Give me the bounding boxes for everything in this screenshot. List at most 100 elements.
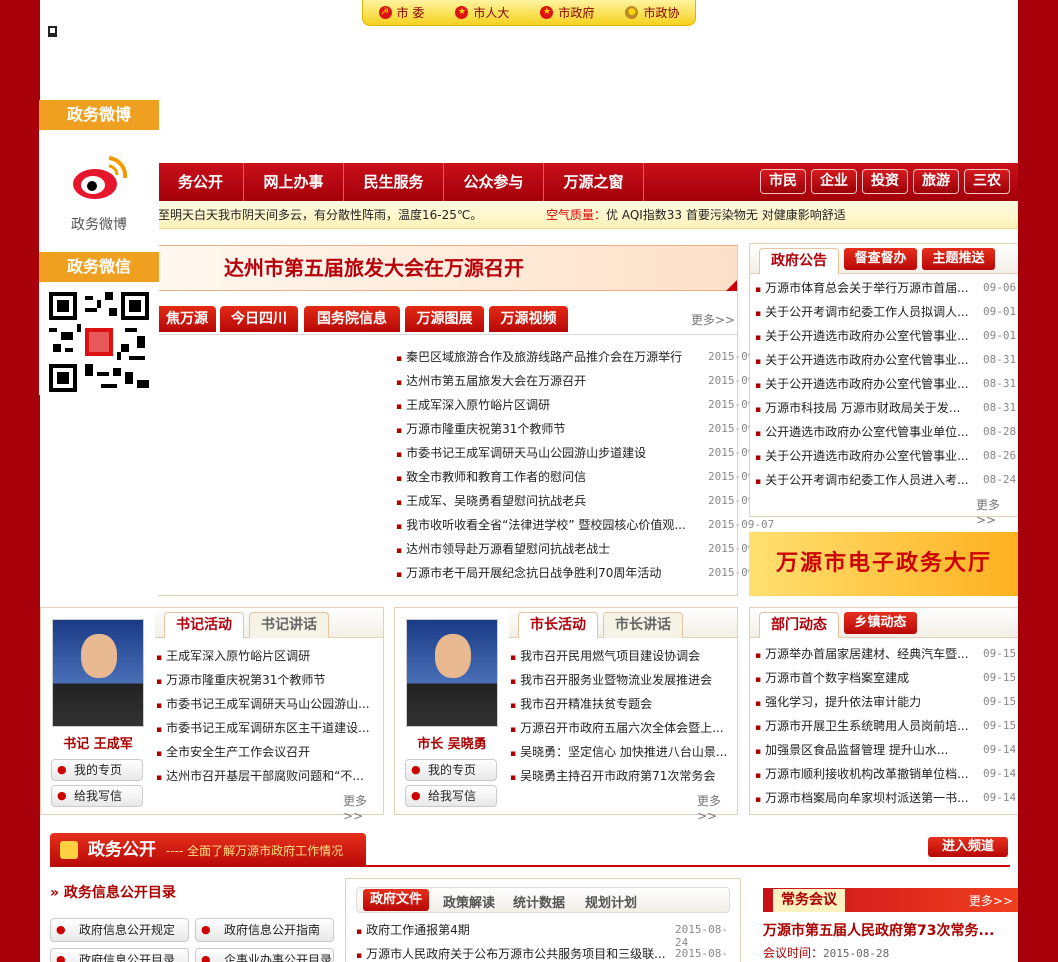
news-more-link[interactable]: 更多>> bbox=[691, 311, 735, 328]
tab-wanyuan-video[interactable]: 万源视频 bbox=[489, 306, 568, 332]
toplink-npc[interactable]: ★ 市人大 bbox=[455, 4, 509, 21]
mayor-homepage-button[interactable]: 我的专页 bbox=[405, 759, 497, 781]
notice-item[interactable]: 关于公开遴选市政府办公室代管事业... bbox=[755, 325, 977, 347]
secretary-item[interactable]: 市委书记王成军调研天马山公园游山... bbox=[156, 693, 376, 715]
tab-dept-news[interactable]: 部门动态 bbox=[759, 612, 839, 638]
dept-item[interactable]: 强化学习，提升依法审计能力 bbox=[755, 691, 977, 713]
secretary-item[interactable]: 王成军深入原竹峪片区调研 bbox=[156, 645, 376, 667]
tab-sichuan-today[interactable]: 今日四川 bbox=[220, 306, 298, 332]
notice-date: 09-01 bbox=[983, 329, 1017, 342]
news-item[interactable]: 市委书记王成军调研天马山公园游山步道建设 bbox=[396, 442, 701, 464]
weather-text: 至明天白天我市阴天间多云，有分散性阵雨，温度16-25℃。 bbox=[158, 208, 483, 222]
catalog-rules-button[interactable]: 政府信息公开规定 bbox=[50, 918, 189, 942]
catalog-enterprise-button[interactable]: 企事业办事公开目录 bbox=[195, 948, 334, 962]
tab-secretary-speech[interactable]: 书记讲话 bbox=[249, 612, 329, 638]
tab-secretary-activity[interactable]: 书记活动 bbox=[164, 612, 244, 638]
headline-banner[interactable]: 达州市第五届旅发大会在万源召开 bbox=[158, 245, 738, 291]
quick-invest-button[interactable]: 投资 bbox=[862, 169, 908, 194]
toplink-gov[interactable]: ★ 市政府 bbox=[540, 4, 594, 21]
tab-mayor-speech[interactable]: 市长讲话 bbox=[603, 612, 683, 638]
mayor-item[interactable]: 我市召开服务业暨物流业发展推进会 bbox=[510, 669, 730, 691]
weibo-logo-icon[interactable] bbox=[69, 152, 129, 202]
notice-item[interactable]: 公开遴选市政府办公室代管事业单位... bbox=[755, 421, 977, 443]
dept-item[interactable]: 万源市首个数字档案室建成 bbox=[755, 667, 977, 689]
notice-item[interactable]: 万源市体育总会关于举行万源市首届... bbox=[755, 277, 977, 299]
notice-more-link[interactable]: 更多>> bbox=[976, 496, 1018, 527]
notice-item[interactable]: 万源市科技局 万源市财政局关于发... bbox=[755, 397, 977, 419]
egov-hall-banner[interactable]: 万源市电子政务大厅 bbox=[749, 532, 1018, 596]
secretary-homepage-button[interactable]: 我的专页 bbox=[51, 759, 143, 781]
quick-agriculture-button[interactable]: 三农 bbox=[964, 169, 1010, 194]
quick-enterprise-button[interactable]: 企业 bbox=[811, 169, 857, 194]
nav-item-participation[interactable]: 公众参与 bbox=[444, 163, 544, 201]
news-item[interactable]: 秦巴区域旅游合作及旅游线路产品推介会在万源举行 bbox=[396, 346, 701, 368]
dept-item[interactable]: 万源市开展卫生系统聘用人员岗前培... bbox=[755, 715, 977, 737]
notice-item[interactable]: 关于公开遴选市政府办公室代管事业... bbox=[755, 373, 977, 395]
news-item[interactable]: 达州市第五届旅发大会在万源召开 bbox=[396, 370, 701, 392]
mayor-item[interactable]: 我市召开民用燃气项目建设协调会 bbox=[510, 645, 730, 667]
news-item[interactable]: 王成军深入原竹峪片区调研 bbox=[396, 394, 701, 416]
dept-item[interactable]: 万源举办首届家居建材、经典汽车暨... bbox=[755, 643, 977, 665]
news-item[interactable]: 万源市老干局开展纪念抗日战争胜利70周年活动 bbox=[396, 562, 701, 584]
mayor-letter-button[interactable]: 给我写信 bbox=[405, 785, 497, 807]
secretary-more-link[interactable]: 更多>> bbox=[343, 792, 383, 823]
nav-item-gov-info[interactable]: 务公开 bbox=[158, 163, 244, 201]
toplink-party[interactable]: ☭ 市 委 bbox=[378, 4, 424, 21]
secretary-letter-button[interactable]: 给我写信 bbox=[51, 785, 143, 807]
catalog-directory-button[interactable]: 政府信息公开目录 bbox=[50, 948, 189, 962]
secretary-item[interactable]: 达州市召开基层干部腐败问题和“不... bbox=[156, 765, 376, 787]
tab-gov-docs[interactable]: 政府文件 bbox=[363, 889, 429, 911]
notice-header: 政府公告 督查督办 主题推送 bbox=[750, 244, 1018, 274]
town-news-button[interactable]: 乡镇动态 bbox=[844, 612, 917, 634]
tab-planning[interactable]: 规划计划 bbox=[585, 892, 637, 911]
notice-item[interactable]: 关于公开考调市纪委工作人员拟调人... bbox=[755, 301, 977, 323]
news-item[interactable]: 我市收听收看全省“法律进学校” 暨校园核心价值观... bbox=[396, 514, 701, 536]
secretary-item[interactable]: 市委书记王成军调研东区主干道建设... bbox=[156, 717, 376, 739]
tab-mayor-activity[interactable]: 市长活动 bbox=[518, 612, 598, 638]
news-item[interactable]: 达州市领导赴万源看望慰问抗战老战士 bbox=[396, 538, 701, 560]
meeting-title[interactable]: 万源市第五届人民政府第73次常务... bbox=[763, 920, 994, 940]
notice-item[interactable]: 关于公开遴选市政府办公室代管事业... bbox=[755, 445, 977, 467]
topic-push-button[interactable]: 主题推送 bbox=[922, 248, 995, 270]
catalog-header: » 政务信息公开目录 bbox=[50, 882, 176, 902]
dept-panel: 部门动态 乡镇动态 万源举办首届家居建材、经典汽车暨... 09-15 万源市首个数… bbox=[749, 607, 1018, 815]
meeting-more-link[interactable]: 更多>> bbox=[969, 892, 1013, 909]
tab-wanyuan-photos[interactable]: 万源图展 bbox=[405, 306, 484, 332]
nav-item-livelihood[interactable]: 民生服务 bbox=[344, 163, 444, 201]
tab-gov-notice[interactable]: 政府公告 bbox=[759, 248, 839, 274]
mayor-more-link[interactable]: 更多>> bbox=[697, 792, 737, 823]
weixin-title: 政务微信 bbox=[39, 252, 159, 282]
toplink-cppcc[interactable]: ● 市政协 bbox=[625, 4, 679, 21]
tab-statistics[interactable]: 统计数据 bbox=[513, 892, 565, 911]
mayor-item[interactable]: 万源召开市政府五届六次全体会暨上... bbox=[510, 717, 730, 739]
quick-citizen-button[interactable]: 市民 bbox=[760, 169, 806, 194]
mayor-item[interactable]: 我市召开精准扶贫专题会 bbox=[510, 693, 730, 715]
doc-item[interactable]: 万源市人民政府关于公布万源市公共服务项目和三级联... bbox=[356, 943, 670, 962]
tab-policy-interp[interactable]: 政策解读 bbox=[443, 892, 495, 911]
weather-bar: 至明天白天我市阴天间多云，有分散性阵雨，温度16-25℃。 空气质量： 优 AQ… bbox=[40, 201, 1018, 229]
dept-item[interactable]: 万源市档案局向牟家坝村派送第一书... bbox=[755, 787, 977, 809]
news-item[interactable]: 致全市教师和教育工作者的慰问信 bbox=[396, 466, 701, 488]
quick-tourism-button[interactable]: 旅游 bbox=[913, 169, 959, 194]
tab-focus-wanyuan[interactable]: 焦万源 bbox=[158, 306, 216, 332]
secretary-item[interactable]: 万源市隆重庆祝第31个教师节 bbox=[156, 669, 376, 691]
tab-state-council[interactable]: 国务院信息 bbox=[304, 306, 400, 332]
mayor-item[interactable]: 吴晓勇主持召开市政府第71次常务会 bbox=[510, 765, 730, 787]
secretary-item[interactable]: 全市安全生产工作会议召开 bbox=[156, 741, 376, 763]
news-item[interactable]: 王成军、吴晓勇看望慰问抗战老兵 bbox=[396, 490, 701, 512]
nav-item-online-service[interactable]: 网上办事 bbox=[244, 163, 344, 201]
mayor-item[interactable]: 吴晓勇：坚定信心 加快推进八台山景... bbox=[510, 741, 730, 763]
notice-item[interactable]: 关于公开遴选市政府办公室代管事业... bbox=[755, 349, 977, 371]
notice-item[interactable]: 关于公开考调市纪委工作人员进入考... bbox=[755, 469, 977, 491]
enter-channel-button[interactable]: 进入频道 bbox=[928, 837, 1008, 857]
tab-standing-meeting[interactable]: 常务会议 bbox=[773, 889, 845, 912]
news-item[interactable]: 万源市隆重庆祝第31个教师节 bbox=[396, 418, 701, 440]
catalog-guide-button[interactable]: 政府信息公开指南 bbox=[195, 918, 334, 942]
gov-open-label: 政务公开 ---- 全面了解万源市政府工作情况 bbox=[50, 833, 366, 867]
doc-item[interactable]: 政府工作通报第4期 bbox=[356, 919, 670, 941]
dept-item[interactable]: 万源市顺利接收机构改革撤销单位档... bbox=[755, 763, 977, 785]
nav-item-wanyuan-window[interactable]: 万源之窗 bbox=[544, 163, 644, 201]
media-icon[interactable] bbox=[48, 26, 57, 37]
dept-item[interactable]: 加强景区食品监督管理 提升山水... bbox=[755, 739, 977, 761]
supervision-button[interactable]: 督查督办 bbox=[844, 248, 917, 270]
